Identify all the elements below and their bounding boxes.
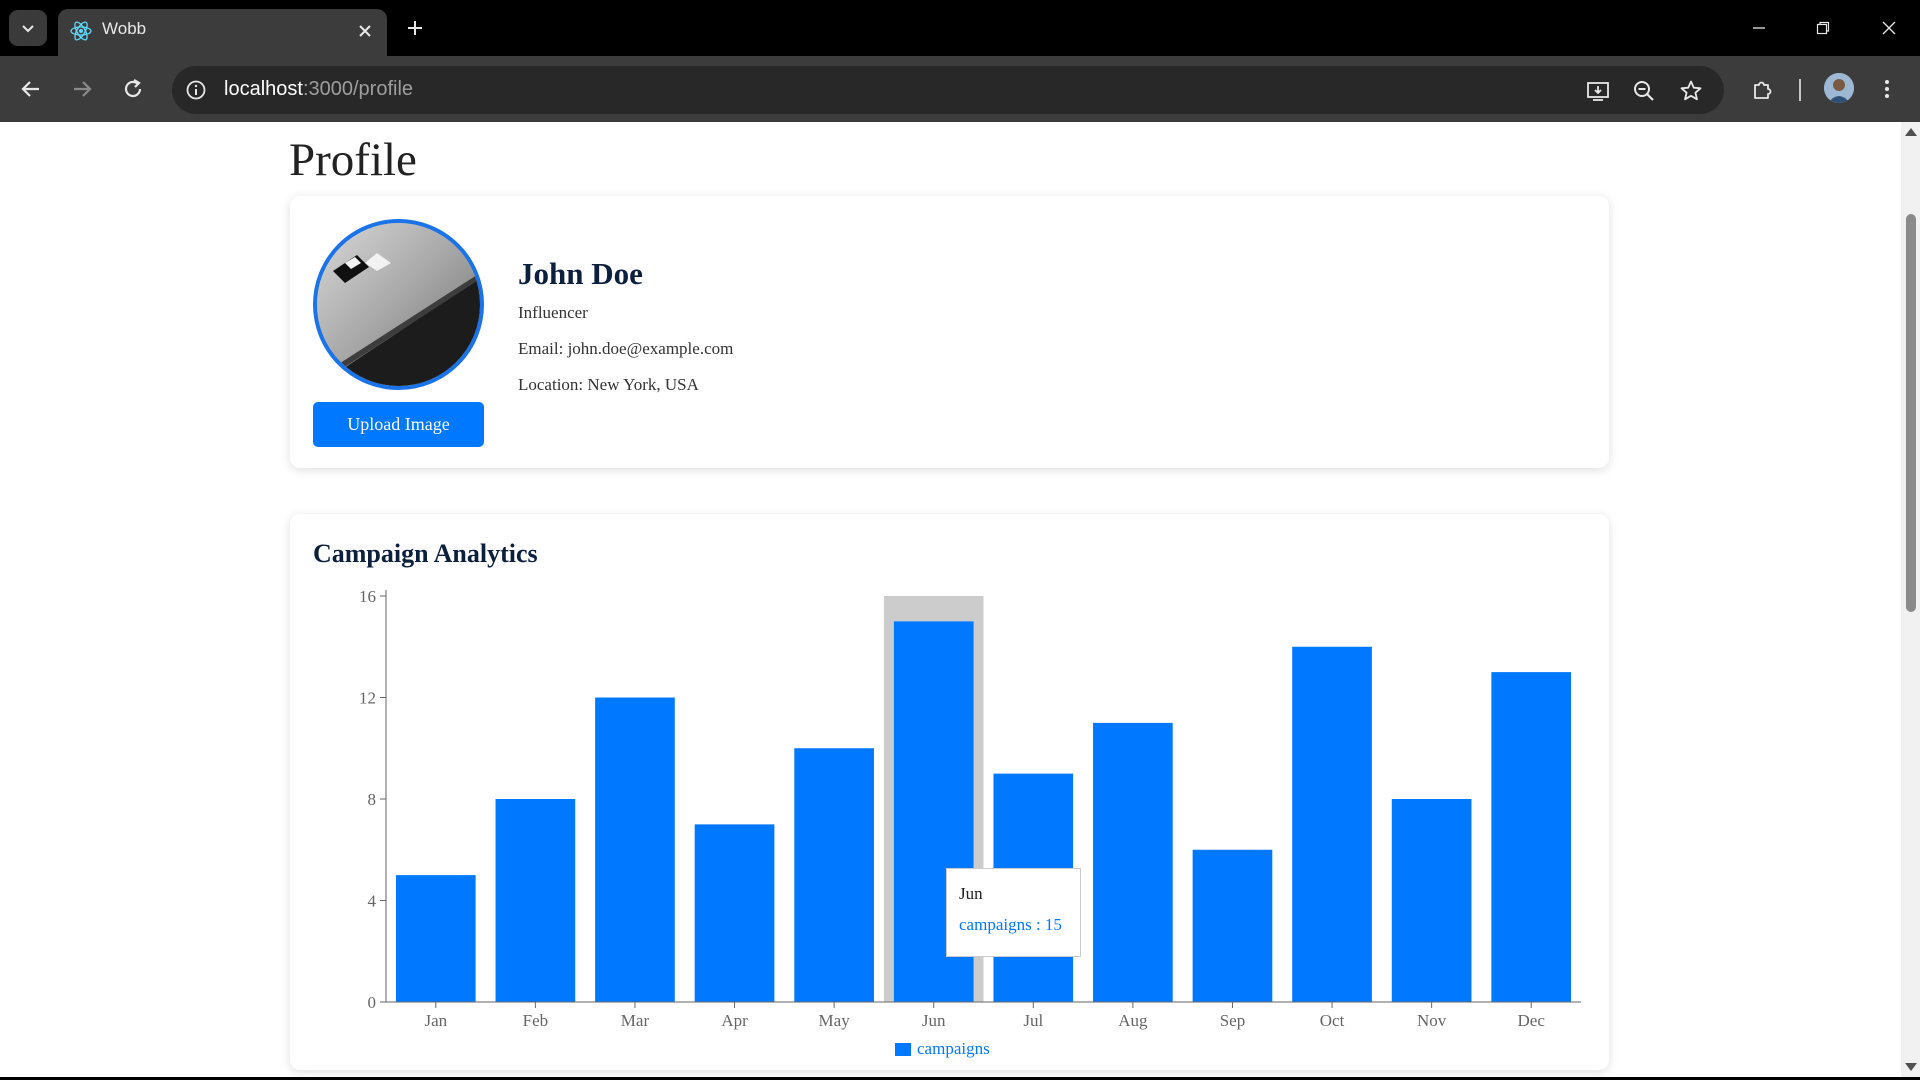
user-avatar-icon xyxy=(1824,73,1854,103)
chart-tooltip: Jun campaigns : 15 xyxy=(946,868,1081,957)
x-tick-label: Mar xyxy=(621,1011,650,1030)
legend-label: campaigns xyxy=(917,1039,990,1058)
y-tick-label: 8 xyxy=(368,790,377,809)
scroll-down-arrow[interactable] xyxy=(1905,1063,1917,1071)
profile-card: Upload Image John Doe Influencer Email: … xyxy=(290,196,1609,468)
bar-jan[interactable] xyxy=(395,875,476,1002)
install-app-icon xyxy=(1587,82,1609,101)
info-icon xyxy=(186,80,206,100)
y-tick-label: 16 xyxy=(359,587,376,606)
forward-button[interactable] xyxy=(66,73,98,105)
reload-icon xyxy=(124,79,142,98)
profile-avatar xyxy=(313,219,484,390)
extensions-button[interactable] xyxy=(1747,73,1779,105)
restore-icon xyxy=(1816,21,1830,35)
x-tick-label: Jul xyxy=(1023,1011,1043,1030)
page-content: Profile Upload Image John Doe Influencer… xyxy=(0,122,1901,1077)
bar-may[interactable] xyxy=(794,748,874,1002)
plus-icon xyxy=(408,21,422,35)
bar-dec[interactable] xyxy=(1491,672,1572,1002)
bar-mar[interactable] xyxy=(595,697,675,1003)
restore-button[interactable] xyxy=(1808,14,1838,42)
reload-button[interactable] xyxy=(117,73,149,105)
bookmark-button[interactable] xyxy=(1678,78,1704,104)
menu-button[interactable] xyxy=(1871,73,1903,105)
chevron-down-icon xyxy=(22,25,34,33)
upload-image-button[interactable]: Upload Image xyxy=(313,402,484,447)
zoom-out-icon xyxy=(1634,81,1654,101)
x-tick-label: Dec xyxy=(1518,1011,1546,1030)
y-tick-label: 0 xyxy=(368,993,377,1012)
kebab-menu-icon xyxy=(1885,80,1889,98)
y-tick-label: 4 xyxy=(368,892,377,911)
scroll-up-arrow[interactable] xyxy=(1905,128,1917,136)
bar-nov[interactable] xyxy=(1391,799,1472,1002)
zoom-button[interactable] xyxy=(1631,78,1657,104)
x-tick-label: Aug xyxy=(1118,1011,1148,1030)
profile-role: Influencer xyxy=(518,303,588,322)
browser-toolbar: localhost:3000/profile xyxy=(0,56,1920,122)
page-scrollbar[interactable] xyxy=(1901,122,1920,1077)
profile-location: Location: New York, USA xyxy=(518,375,699,394)
arrow-right-icon xyxy=(74,81,92,97)
minimize-icon xyxy=(1753,27,1765,29)
star-icon xyxy=(1680,80,1702,101)
puzzle-icon xyxy=(1754,81,1772,99)
profile-photo-image xyxy=(317,223,480,386)
tooltip-label: Jun xyxy=(959,884,983,903)
minimize-button[interactable] xyxy=(1744,14,1774,42)
x-tick-label: Sep xyxy=(1220,1011,1246,1030)
new-tab-button[interactable] xyxy=(402,15,428,41)
page-title: Profile xyxy=(289,134,417,186)
y-tick-label: 12 xyxy=(359,689,376,708)
bar-feb[interactable] xyxy=(495,799,576,1002)
toolbar-separator xyxy=(1799,79,1801,101)
close-window-button[interactable] xyxy=(1874,14,1904,42)
tab-strip: Wobb xyxy=(0,0,1920,56)
address-bar[interactable]: localhost:3000/profile xyxy=(172,66,1724,114)
x-tick-label: Feb xyxy=(523,1011,549,1030)
chart-legend[interactable]: campaigns xyxy=(895,1039,990,1059)
install-app-button[interactable] xyxy=(1585,78,1611,104)
profile-name: John Doe xyxy=(518,256,643,291)
scroll-thumb[interactable] xyxy=(1906,214,1916,612)
x-tick-label: Oct xyxy=(1320,1011,1345,1030)
browser-tab[interactable]: Wobb xyxy=(58,9,387,56)
x-tick-label: Jan xyxy=(424,1011,447,1030)
back-button[interactable] xyxy=(15,73,47,105)
x-tick-label: Nov xyxy=(1417,1011,1447,1030)
url-host: localhost xyxy=(224,78,303,100)
bar-apr[interactable] xyxy=(694,824,775,1002)
x-tick-label: Apr xyxy=(721,1011,748,1030)
url-text[interactable]: localhost:3000/profile xyxy=(224,78,413,101)
bar-oct[interactable] xyxy=(1292,646,1372,1002)
profile-avatar-button[interactable] xyxy=(1824,73,1854,103)
close-icon xyxy=(359,25,371,37)
campaign-bar-chart: 0 4 8 12 16 Jan Feb Mar Apr May Jun Jul Aug Sep Oct Nov… xyxy=(359,587,1581,1030)
tab-close-button[interactable] xyxy=(353,19,377,43)
arrow-left-icon xyxy=(21,81,39,97)
campaign-analytics-card: Campaign Analytics 0 4 8 12 16 Jan Feb Mar Apr Ma… xyxy=(290,514,1609,1070)
profile-email: Email: john.doe@example.com xyxy=(518,339,734,358)
url-path: :3000/profile xyxy=(302,78,414,100)
x-tick-label: Jun xyxy=(922,1011,946,1030)
tooltip-value: campaigns : 15 xyxy=(959,915,1062,934)
close-window-icon xyxy=(1882,21,1896,35)
tab-title: Wobb xyxy=(102,19,147,38)
tab-search-button[interactable] xyxy=(9,10,47,46)
x-tick-label: May xyxy=(819,1011,851,1030)
react-logo-icon xyxy=(70,21,92,41)
bar-sep[interactable] xyxy=(1192,849,1273,1002)
bar-aug[interactable] xyxy=(1093,722,1173,1002)
site-info-button[interactable] xyxy=(182,76,210,104)
legend-swatch xyxy=(895,1042,911,1056)
